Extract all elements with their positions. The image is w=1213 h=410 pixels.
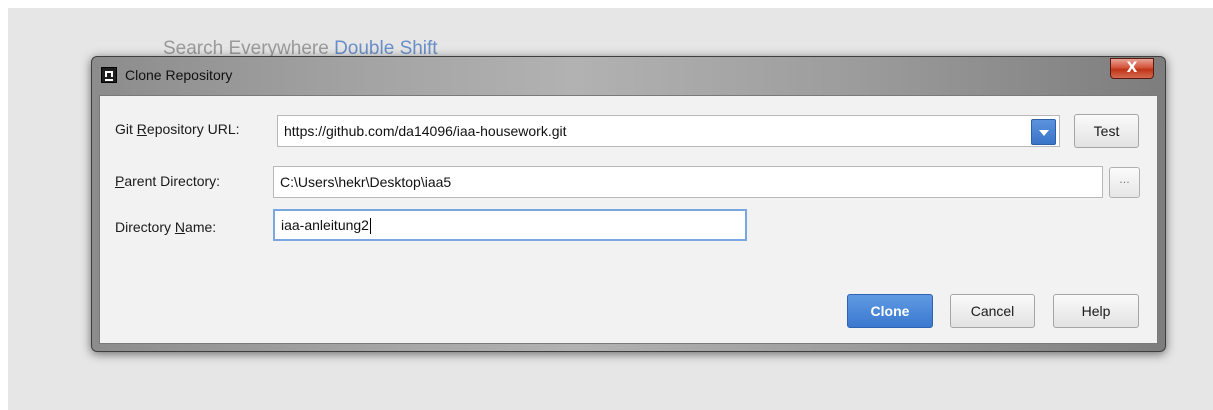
close-button[interactable]: X — [1110, 58, 1154, 79]
help-button[interactable]: Help — [1053, 294, 1139, 328]
repo-url-label-prefix: Git — [115, 121, 137, 137]
top-strip — [0, 0, 1213, 8]
chevron-down-icon[interactable] — [1031, 119, 1056, 145]
repo-url-label: Git Repository URL: — [115, 121, 240, 137]
parent-directory-label-mnemonic: P — [115, 173, 125, 189]
cancel-button[interactable]: Cancel — [950, 294, 1035, 328]
intellij-idea-icon — [101, 67, 117, 83]
dialog-content: Git Repository URL: https://github.com/d… — [99, 95, 1158, 344]
clone-repository-dialog: Clone Repository X Git Repository URL: h… — [91, 56, 1166, 352]
dialog-titlebar[interactable]: Clone Repository X — [92, 57, 1165, 95]
browse-button[interactable]: ... — [1109, 167, 1140, 198]
repo-url-label-mnemonic: R — [136, 121, 147, 137]
repo-url-combobox[interactable]: https://github.com/da14096/iaa-housework… — [277, 115, 1060, 147]
repo-url-value: https://github.com/da14096/iaa-housework… — [284, 123, 567, 139]
directory-name-label-rest: ame: — [185, 219, 217, 235]
parent-directory-label-rest: arent Directory: — [124, 173, 221, 189]
directory-name-input[interactable]: iaa-anleitung2 — [273, 209, 747, 241]
repo-url-label-rest: epository URL: — [146, 121, 240, 137]
directory-name-label-mnemonic: N — [174, 219, 186, 235]
test-button[interactable]: Test — [1074, 114, 1139, 148]
directory-name-label-prefix: Directory — [115, 219, 175, 235]
text-caret — [369, 218, 371, 235]
parent-directory-label: Parent Directory: — [115, 173, 220, 189]
clone-button[interactable]: Clone — [847, 294, 933, 328]
parent-directory-value: C:\Users\hekr\Desktop\iaa5 — [280, 174, 452, 190]
dialog-title: Clone Repository — [125, 67, 233, 83]
directory-name-label: Directory Name: — [115, 219, 216, 235]
parent-directory-input[interactable]: C:\Users\hekr\Desktop\iaa5 — [273, 166, 1103, 198]
left-strip — [0, 8, 8, 410]
directory-name-value: iaa-anleitung2 — [281, 217, 369, 233]
